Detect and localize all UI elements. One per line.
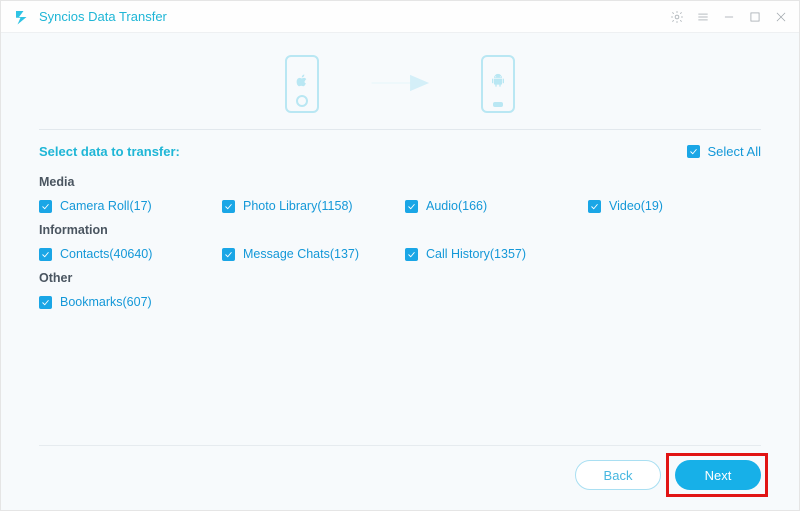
select-data-label: Select data to transfer: bbox=[39, 144, 180, 159]
item-label: Bookmarks(607) bbox=[60, 295, 152, 309]
divider bbox=[39, 129, 761, 130]
checkmark-icon bbox=[222, 248, 235, 261]
item-label: Photo Library(1158) bbox=[243, 199, 353, 213]
source-phone-icon bbox=[285, 55, 319, 113]
section-information: Information Contacts(40640) Message Chat… bbox=[39, 223, 761, 261]
gear-icon[interactable] bbox=[669, 9, 685, 25]
checkbox-camera-roll[interactable]: Camera Roll(17) bbox=[39, 199, 212, 213]
titlebar: Syncios Data Transfer bbox=[1, 1, 799, 33]
next-button[interactable]: Next bbox=[675, 460, 761, 490]
item-label: Contacts(40640) bbox=[60, 247, 152, 261]
checkbox-contacts[interactable]: Contacts(40640) bbox=[39, 247, 212, 261]
section-other: Other Bookmarks(607) bbox=[39, 271, 761, 309]
checkbox-message-chats[interactable]: Message Chats(137) bbox=[222, 247, 395, 261]
app-logo-icon bbox=[13, 8, 31, 26]
checkbox-video[interactable]: Video(19) bbox=[588, 199, 761, 213]
checkmark-icon bbox=[405, 248, 418, 261]
checkbox-photo-library[interactable]: Photo Library(1158) bbox=[222, 199, 395, 213]
minimize-icon[interactable] bbox=[721, 9, 737, 25]
next-button-label: Next bbox=[705, 468, 732, 483]
device-transfer-diagram bbox=[39, 51, 761, 129]
section-title-other: Other bbox=[39, 271, 761, 285]
back-button-label: Back bbox=[604, 468, 633, 483]
android-icon bbox=[490, 73, 506, 92]
select-all-checkbox[interactable]: Select All bbox=[687, 144, 761, 159]
maximize-icon[interactable] bbox=[747, 9, 763, 25]
item-label: Camera Roll(17) bbox=[60, 199, 152, 213]
item-label: Video(19) bbox=[609, 199, 663, 213]
menu-icon[interactable] bbox=[695, 9, 711, 25]
item-label: Audio(166) bbox=[426, 199, 487, 213]
app-title: Syncios Data Transfer bbox=[39, 9, 167, 24]
window-controls bbox=[669, 9, 789, 25]
checkbox-audio[interactable]: Audio(166) bbox=[405, 199, 578, 213]
select-all-label: Select All bbox=[708, 144, 761, 159]
main-content: Select data to transfer: Select All Medi… bbox=[1, 33, 799, 510]
checkmark-icon bbox=[39, 296, 52, 309]
apple-icon bbox=[294, 73, 310, 92]
section-media: Media Camera Roll(17) Photo Library(1158… bbox=[39, 175, 761, 213]
checkmark-icon bbox=[39, 200, 52, 213]
checkbox-call-history[interactable]: Call History(1357) bbox=[405, 247, 578, 261]
footer: Back Next bbox=[39, 445, 761, 490]
section-title-information: Information bbox=[39, 223, 761, 237]
checkmark-icon bbox=[39, 248, 52, 261]
checkmark-icon bbox=[405, 200, 418, 213]
section-title-media: Media bbox=[39, 175, 761, 189]
item-label: Call History(1357) bbox=[426, 247, 526, 261]
close-icon[interactable] bbox=[773, 9, 789, 25]
item-label: Message Chats(137) bbox=[243, 247, 359, 261]
checkmark-icon bbox=[222, 200, 235, 213]
arrow-right-icon bbox=[369, 68, 431, 101]
checkmark-icon bbox=[687, 145, 700, 158]
back-button[interactable]: Back bbox=[575, 460, 661, 490]
checkbox-bookmarks[interactable]: Bookmarks(607) bbox=[39, 295, 212, 309]
checkmark-icon bbox=[588, 200, 601, 213]
target-phone-icon bbox=[481, 55, 515, 113]
